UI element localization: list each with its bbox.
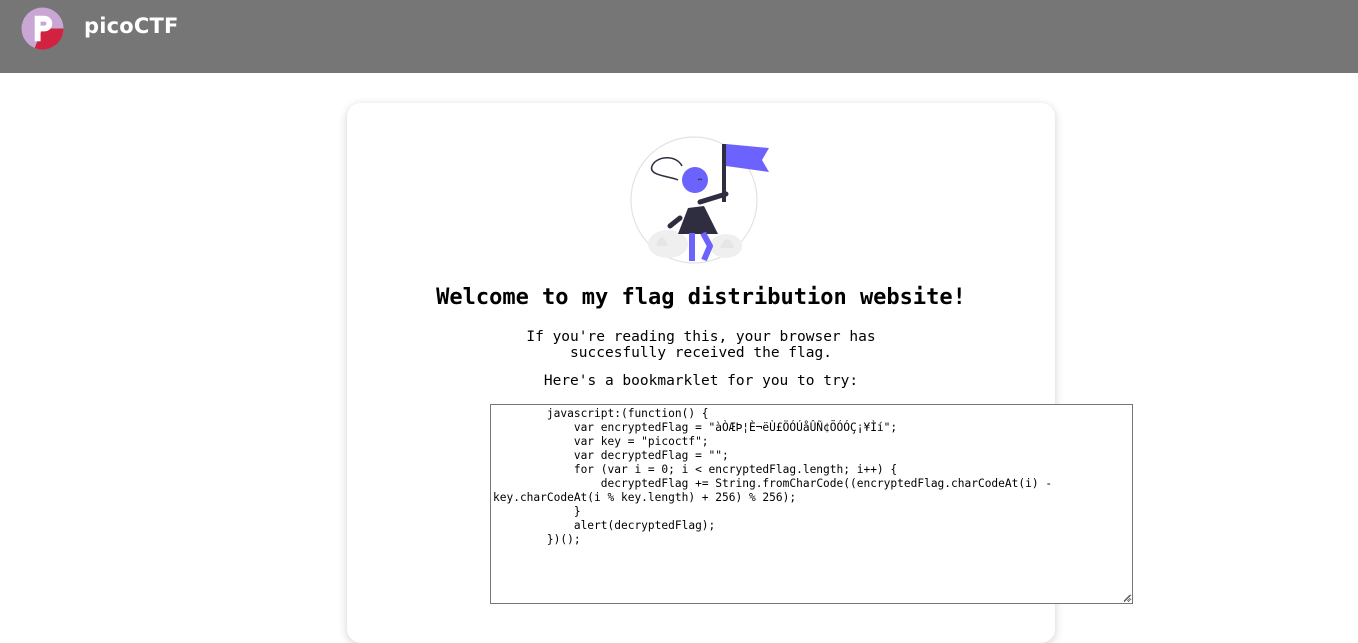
message-line: succesfully received the flag.	[570, 345, 832, 361]
brand-name[interactable]: picoCTF	[84, 14, 179, 38]
bookmarklet-code[interactable]: javascript:(function() { var encryptedFl…	[493, 407, 1059, 546]
page-title: Welcome to my flag distribution website!	[436, 285, 966, 310]
flag-received-message: If you're reading this, your browser has…	[347, 329, 1055, 361]
person-with-flag-illustration	[630, 136, 769, 264]
bookmarklet-code-textarea[interactable]: javascript:(function() { var encryptedFl…	[490, 404, 1133, 604]
picoctf-logo-icon[interactable]	[21, 7, 64, 50]
resize-handle-icon[interactable]	[1122, 593, 1131, 602]
top-navbar: picoCTF	[0, 0, 1358, 73]
message-line: If you're reading this, your browser has	[526, 329, 876, 345]
bookmarklet-label: Here's a bookmarklet for you to try:	[543, 373, 859, 389]
